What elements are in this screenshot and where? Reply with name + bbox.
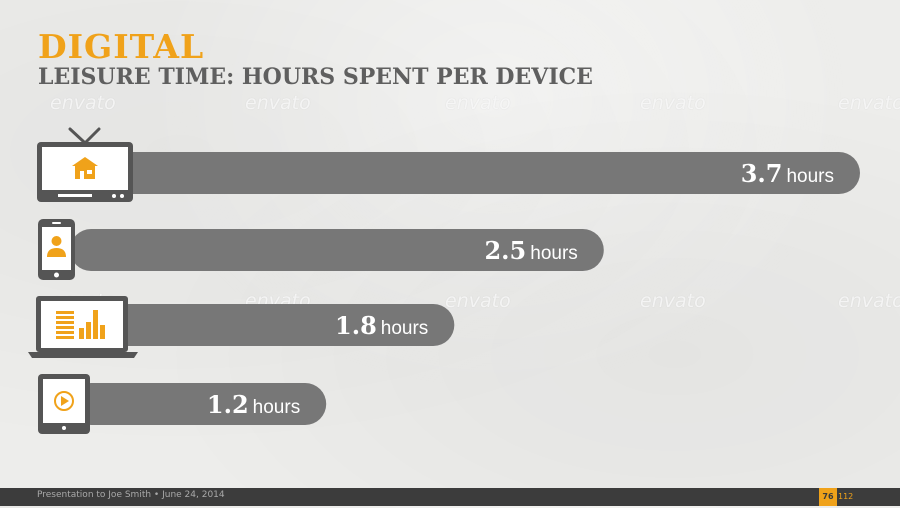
bars-layer: 3.7 hours2.5 hours1.8 hours1.2 hours bbox=[70, 152, 860, 425]
tablet-icon bbox=[38, 374, 90, 434]
laptop-icon bbox=[28, 296, 138, 358]
page-total: 112 bbox=[838, 492, 854, 501]
footer-text: Presentation to Joe Smith • June 24, 201… bbox=[37, 490, 225, 500]
footer-bar: Presentation to Joe Smith • June 24, 201… bbox=[0, 488, 900, 506]
device-hours-chart: 3.7 hours2.5 hours1.8 hours1.2 hours bbox=[28, 127, 860, 434]
tv-icon bbox=[37, 127, 133, 202]
smartphone-icon bbox=[38, 219, 75, 280]
page-number: 76 bbox=[819, 488, 837, 506]
